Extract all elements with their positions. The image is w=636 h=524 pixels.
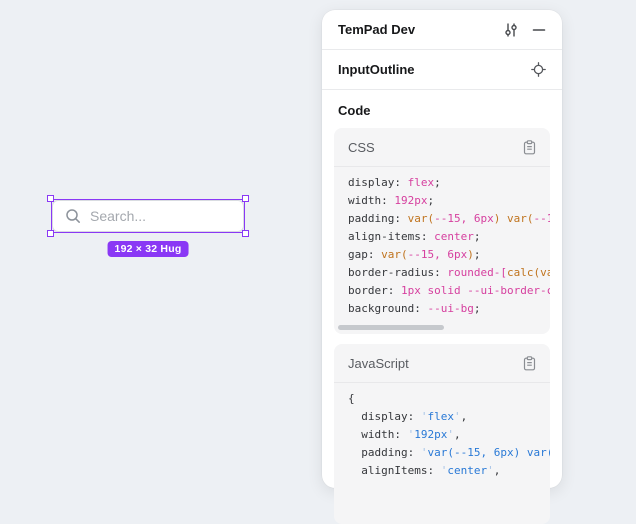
selection-handle-se[interactable] xyxy=(242,230,249,237)
js-block-label: JavaScript xyxy=(348,356,409,371)
copy-icon[interactable] xyxy=(523,140,536,155)
horizontal-scrollbar[interactable] xyxy=(338,325,444,330)
search-input[interactable]: Search... xyxy=(52,200,244,232)
panel-title: TemPad Dev xyxy=(338,22,415,37)
js-code-block: JavaScript { display: 'flex', width: '19… xyxy=(334,344,550,524)
dimensions-badge: 192 × 32 Hug xyxy=(108,241,189,257)
tempad-dev-panel: TemPad Dev InputOutline xyxy=(322,10,562,488)
js-block-header: JavaScript xyxy=(334,344,550,383)
css-block-label: CSS xyxy=(348,140,375,155)
css-block-header: CSS xyxy=(334,128,550,167)
code-section-title: Code xyxy=(338,103,546,118)
panel-header: TemPad Dev xyxy=(322,10,562,50)
minimize-button[interactable] xyxy=(532,23,546,37)
copy-icon[interactable] xyxy=(523,356,536,371)
search-placeholder: Search... xyxy=(90,208,146,224)
css-code-block: CSS display: flex;width: 192px;padding: … xyxy=(334,128,550,334)
selected-node-row: InputOutline xyxy=(322,50,562,90)
css-code[interactable]: display: flex;width: 192px;padding: var(… xyxy=(334,167,550,334)
search-icon xyxy=(65,208,81,224)
selection-handle-sw[interactable] xyxy=(47,230,54,237)
locate-icon[interactable] xyxy=(531,62,546,77)
search-input-component[interactable]: Search... 192 × 32 Hug xyxy=(52,200,244,232)
selected-node-name: InputOutline xyxy=(338,62,415,77)
js-code[interactable]: { display: 'flex', width: '192px', paddi… xyxy=(334,383,550,496)
selection-handle-ne[interactable] xyxy=(242,195,249,202)
sliders-icon[interactable] xyxy=(503,22,519,38)
